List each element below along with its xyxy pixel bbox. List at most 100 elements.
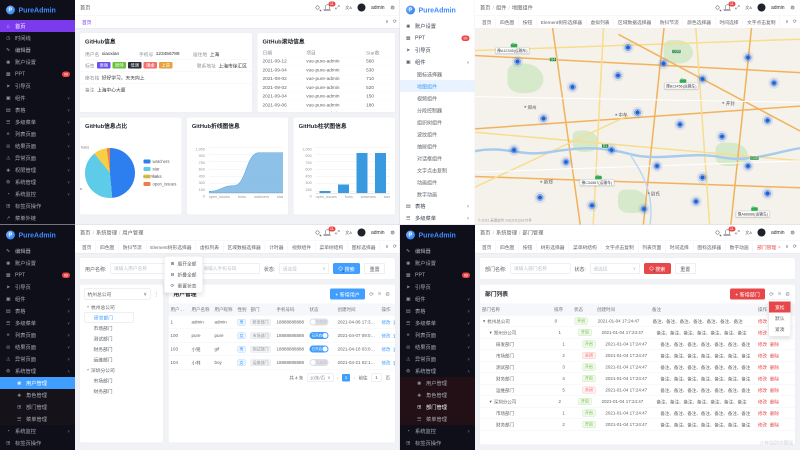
page-tab[interactable]: 首页 [478, 17, 496, 27]
sidebar-item[interactable]: 地图组件 [400, 80, 475, 92]
sidebar-item[interactable]: ⊞ 部门管理 [0, 401, 75, 413]
avatar[interactable] [357, 229, 365, 237]
caret-icon[interactable]: ▾ [490, 330, 492, 336]
page-tab[interactable]: 首页 [478, 242, 496, 252]
sidebar-item[interactable]: ≡ 列表页面 ∨ [0, 329, 75, 341]
delete-link[interactable]: 删除 [770, 387, 779, 394]
caret-icon[interactable]: ▾ [87, 368, 89, 373]
tree-node[interactable]: 运维部门 [84, 354, 159, 365]
page-tab[interactable]: 图标选择器 [693, 242, 725, 252]
breadcrumb-item[interactable]: 首页 [480, 229, 491, 237]
sidebar-item[interactable]: ✎ 编辑器 [0, 44, 75, 56]
sidebar-item[interactable]: ⚠ 异常页面 ∨ [0, 152, 75, 164]
prev-page-icon[interactable]: ‹ [337, 375, 339, 380]
cluster-marker[interactable] [640, 205, 648, 213]
page-tab[interactable]: 首页 [78, 242, 96, 252]
page-tab[interactable]: 四色图 [496, 242, 519, 252]
cluster-marker[interactable] [624, 44, 632, 52]
page-tab[interactable]: 按钮 [519, 242, 537, 252]
sidebar-item[interactable]: ◈ 角色管理 [400, 389, 475, 401]
settings-icon[interactable]: ⚙ [390, 4, 395, 11]
breadcrumb-item[interactable]: 系统管理 [93, 229, 117, 237]
edit-link[interactable]: 修改 [382, 359, 391, 366]
refresh-icon[interactable]: ⟳ [793, 244, 797, 250]
cluster-marker[interactable] [692, 198, 700, 206]
status-toggle[interactable]: 已关闭 [310, 359, 329, 366]
delete-link[interactable]: 删除 [770, 410, 779, 417]
sidebar-item[interactable]: ▤ 表格 ∨ [0, 305, 75, 317]
breadcrumb-item[interactable]: 系统管理 [493, 229, 517, 237]
refresh-icon[interactable]: ⟳ [393, 19, 397, 25]
edit-link[interactable]: 修改 [758, 410, 767, 417]
sidebar-item[interactable]: ☰ 多级菜单 ∨ [400, 212, 475, 224]
add-user-button[interactable]: + 新增用户 [330, 289, 365, 300]
page-tab[interactable]: 时间选择 [666, 242, 694, 252]
page-tab[interactable]: 按钮 [519, 17, 537, 27]
cluster-marker[interactable] [744, 54, 752, 62]
cluster-marker[interactable] [608, 146, 616, 154]
sidebar-item[interactable]: ◷ 时间线 [0, 32, 75, 44]
tree-node[interactable]: 市场部门 [84, 323, 159, 334]
cluster-marker[interactable] [653, 162, 661, 170]
vehicle-marker[interactable]: 豫C34567(运输车) [595, 176, 602, 180]
fullscreen-icon[interactable]: ⤢ [335, 229, 339, 236]
tab-menu-icon[interactable]: ∨ [785, 244, 789, 250]
density-icon[interactable]: ≡ [378, 291, 381, 297]
caret-icon[interactable]: ▾ [87, 305, 89, 310]
density-menu-item[interactable]: 宽松 [769, 302, 791, 313]
sidebar-item[interactable]: 波纹组件 [400, 128, 475, 140]
next-page-icon[interactable]: › [353, 375, 355, 380]
settings-icon[interactable]: ⚙ [790, 4, 795, 11]
search-button[interactable]: 搜索 [333, 263, 360, 274]
vehicle-marker[interactable]: 豫B23456(运输车) [680, 79, 687, 83]
sidebar-item[interactable]: ⊞ 标签页操作 [0, 200, 75, 212]
sidebar-item[interactable]: ▦ PPT 99 [400, 32, 475, 44]
sidebar-item[interactable]: ⊞ 部门管理 [400, 401, 475, 413]
sidebar-item[interactable]: ✎ 编辑器 [400, 245, 475, 257]
edit-link[interactable]: 修改 [758, 352, 767, 359]
company-select[interactable]: 杭州总公司∨ [84, 289, 151, 300]
context-menu-item[interactable]: ⟳重置状态 [165, 280, 203, 291]
phone-input[interactable] [200, 263, 260, 274]
sidebar-item[interactable]: ◉ 账户设置 [400, 20, 475, 32]
sidebar-item[interactable]: 图标选择器 [400, 68, 475, 80]
column-settings-icon[interactable]: ⚙ [785, 291, 790, 298]
search-button[interactable]: 搜索 [644, 263, 671, 274]
sidebar-item[interactable]: ▤ 表格 ∨ [400, 305, 475, 317]
sidebar-item[interactable]: ⚠ 异常页面 ∨ [400, 353, 475, 365]
username-input[interactable] [110, 263, 170, 274]
sidebar-item[interactable]: ◉ 账户设置 [0, 257, 75, 269]
search-icon[interactable] [715, 6, 719, 10]
page-tab[interactable]: Element树形选择器 [146, 242, 196, 252]
refresh-icon[interactable]: ⟳ [369, 291, 374, 298]
view-link[interactable]: 查看 [393, 346, 395, 353]
page-tab[interactable]: 列表页面 [638, 242, 666, 252]
breadcrumb-item[interactable]: 地图组件 [508, 4, 532, 12]
sidebar-item[interactable]: ▣ 组件 ∨ [400, 293, 475, 305]
cluster-marker[interactable] [660, 60, 668, 68]
page-tab[interactable]: 四色图 [96, 242, 119, 252]
search-icon[interactable] [315, 6, 319, 10]
status-toggle[interactable]: 已开启 [310, 346, 329, 353]
sidebar-item[interactable]: ◉ 用户管理 [400, 377, 475, 389]
status-toggle[interactable]: 已开启 [310, 332, 329, 339]
breadcrumb-item[interactable]: 组件 [493, 4, 507, 12]
cluster-marker[interactable] [764, 117, 772, 125]
edit-link[interactable]: 修改 [758, 364, 767, 371]
dept-name-input[interactable] [510, 263, 570, 274]
cluster-marker[interactable] [699, 174, 707, 182]
edit-link[interactable]: 修改 [758, 375, 767, 382]
sidebar-item[interactable]: ⊞ 标签页操作 [0, 437, 75, 449]
page-tab[interactable]: 树形选择器 [537, 242, 569, 252]
sidebar-item[interactable]: ⚠ 异常页面 ∨ [0, 353, 75, 365]
notification-bell-icon[interactable]: 11 [325, 230, 330, 236]
tree-node[interactable]: 测试部门 [84, 333, 159, 344]
notification-bell-icon[interactable]: 11 [325, 5, 330, 11]
cluster-marker[interactable] [770, 79, 778, 87]
sidebar-item[interactable]: ▦ PPT 99 [400, 269, 475, 281]
tree-node[interactable]: 财务部门 [84, 344, 159, 355]
sidebar-item[interactable]: ☰ 菜单管理 [400, 413, 475, 425]
avatar[interactable] [757, 229, 765, 237]
add-dept-button[interactable]: + 新增部门 [730, 289, 765, 300]
sidebar-item[interactable]: ▤ 表格 ∨ [400, 200, 475, 212]
